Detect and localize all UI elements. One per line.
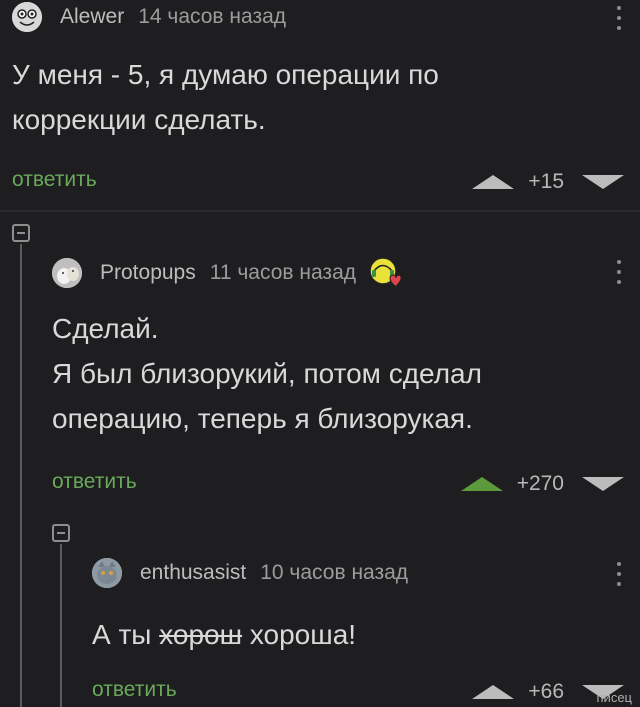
comment-text-line: операцию, теперь я близорукая.	[52, 403, 473, 434]
triangle-up-icon[interactable]	[472, 685, 515, 699]
comment-time: 11 часов назад	[209, 261, 356, 284]
comment-score: +270	[516, 472, 564, 495]
comment-text-suffix: хороша!	[242, 619, 357, 650]
triangle-down-icon[interactable]	[582, 175, 624, 189]
comment-time: 14 часов назад	[138, 5, 287, 28]
comment-text-line: коррекции сделать.	[12, 104, 266, 135]
comment-text-line: Сделай.	[52, 313, 159, 344]
animals-avatar-icon[interactable]	[52, 258, 82, 288]
vertical-dots-icon[interactable]	[616, 260, 622, 284]
vertical-dots-icon[interactable]	[616, 562, 622, 586]
cat-avatar-icon[interactable]	[92, 558, 122, 588]
comment-author[interactable]: enthusasist	[140, 561, 246, 585]
comment-3-header: enthusasist 10 часов назад	[92, 558, 408, 588]
collapse-minus-icon[interactable]	[12, 224, 30, 242]
watermark: писец	[596, 690, 632, 705]
comment-body: Сделай. Я был близорукий, потом сделал о…	[52, 306, 482, 441]
sponge-face-avatar-icon[interactable]	[12, 2, 42, 32]
comment-body: У меня - 5, я думаю операции по коррекци…	[12, 52, 439, 142]
vertical-dots-icon[interactable]	[616, 6, 622, 30]
comment-text-prefix: А ты	[92, 619, 160, 650]
comment-author[interactable]: Alewer	[60, 5, 124, 29]
vote-controls: +270	[460, 472, 624, 496]
comment-text-line: У меня - 5, я думаю операции по	[12, 59, 439, 90]
thread-line	[20, 244, 22, 707]
comment-body: А ты хорош хороша!	[92, 612, 356, 657]
comment-2-header: Protopups 11 часов назад	[52, 256, 402, 290]
reply-button[interactable]: ответить	[52, 470, 137, 494]
vote-controls: +15	[472, 170, 624, 194]
comment-score: +66	[528, 680, 564, 703]
triangle-up-icon[interactable]	[460, 477, 503, 491]
triangle-up-icon[interactable]	[472, 175, 515, 189]
comment-1-header: Alewer 14 часов назад	[12, 2, 286, 32]
comment-time: 10 часов назад	[260, 561, 409, 584]
triangle-down-icon[interactable]	[582, 477, 624, 491]
comment-divider	[0, 210, 640, 212]
heart-badge-icon	[369, 257, 402, 288]
collapse-minus-icon[interactable]	[52, 524, 70, 542]
comment-author[interactable]: Protopups	[100, 261, 196, 285]
comment-score: +15	[528, 170, 564, 193]
reply-button[interactable]: ответить	[92, 678, 177, 702]
reply-button[interactable]: ответить	[12, 168, 97, 192]
comment-text-struck: хорош	[159, 619, 243, 650]
comment-text-line: Я был близорукий, потом сделал	[52, 358, 482, 389]
thread-line	[60, 544, 62, 707]
